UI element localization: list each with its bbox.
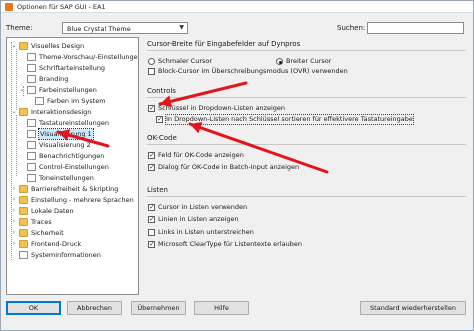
- tree-item-label: Schriftarteinstellung: [39, 64, 106, 72]
- checkmark-icon: ✓: [149, 203, 155, 211]
- search-input[interactable]: [367, 22, 464, 34]
- tree-item-label: Farben im System: [47, 97, 106, 105]
- theme-select[interactable]: Blue Crystal Theme ▼: [62, 22, 188, 34]
- page-icon: [27, 75, 36, 83]
- chevron-down-icon[interactable]: ⌄: [18, 85, 26, 95]
- checkbox: ✓: [156, 115, 163, 123]
- checkbox: ✓: [148, 68, 155, 75]
- lists-cleartype-label: Microsoft ClearType für Listentexte erla…: [158, 240, 302, 248]
- folder-icon: [19, 185, 28, 193]
- schmal-radio-label: Schmaler Cursor: [158, 57, 213, 65]
- page-icon: [35, 97, 44, 105]
- page-icon: [27, 53, 36, 61]
- chevron-down-icon[interactable]: ⌄: [10, 107, 18, 117]
- checkbox: ✓: [148, 240, 155, 248]
- page-icon: [19, 251, 28, 259]
- title-bar: Optionen für SAP GUI - EA1: [1, 1, 473, 13]
- folder-icon: [19, 42, 28, 50]
- block-cursor-label: Block-Cursor im Überschreibungsmodus (OV…: [158, 67, 348, 75]
- settings-tree[interactable]: ⌄ Visuelles Design Theme-Vorschau/-Einstel…: [6, 37, 139, 295]
- checkbox: ✓: [148, 151, 155, 159]
- okcode-section-title: OK-Code: [147, 134, 177, 142]
- tree-item-label: Systeminformationen: [31, 251, 101, 259]
- radio-dot: [278, 60, 282, 64]
- chevron-right-icon[interactable]: ›: [10, 239, 18, 249]
- tree-item-label: Visualisierung 1: [38, 128, 94, 140]
- apply-button[interactable]: Übernehmen: [131, 301, 186, 315]
- checkmark-icon: ✓: [149, 151, 155, 159]
- tree-item-label: Control-Einstellungen: [39, 163, 109, 171]
- help-button[interactable]: Hilfe: [194, 301, 249, 315]
- tree-item-label: Farbeinstellungen: [39, 86, 97, 94]
- chevron-right-icon[interactable]: ›: [10, 228, 18, 238]
- sort-by-key-label: In Dropdown-Listen nach Schlüssel sortie…: [165, 114, 414, 125]
- tree-item-label: Benachrichtigungen: [39, 152, 105, 160]
- folder-icon: [19, 229, 28, 237]
- tree-item-label: Toneinstellungen: [39, 174, 94, 182]
- lists-section-title: Listen: [147, 186, 168, 194]
- lists-cursor-label: Cursor in Listen verwenden: [158, 203, 248, 211]
- chevron-right-icon[interactable]: ›: [10, 206, 18, 216]
- okcode-dialog-label: Dialog für OK-Code in Batch-Input anzeig…: [158, 163, 300, 171]
- folder-icon: [19, 196, 28, 204]
- tree-item-label: Einstellung - mehrere Sprachen: [31, 196, 134, 204]
- key-in-dropdown-label: Schlüssel in Dropdown-Listen anzeigen: [158, 104, 286, 112]
- breit-radio-label: Breiter Cursor: [286, 57, 332, 65]
- tree-item-label: Visualisierung 2: [39, 141, 91, 149]
- theme-select-value: Blue Crystal Theme: [67, 24, 131, 33]
- lists-lines-label: Linien in Listen anzeigen: [158, 215, 239, 223]
- lists-links-label: Links in Listen unterstreichen: [158, 228, 254, 236]
- checkbox: ✓: [148, 203, 155, 211]
- checkbox: ✓: [148, 215, 155, 223]
- checkmark-icon: ✓: [149, 240, 155, 248]
- tree-item-label: Visuelles Design: [31, 42, 85, 50]
- tree-item-label: Frontend-Druck: [31, 240, 82, 248]
- page-icon: [27, 174, 36, 182]
- tree-item-label: Theme-Vorschau/-Einstellungen: [39, 53, 139, 61]
- checkmark-icon: ✓: [149, 163, 155, 171]
- checkbox: ✓: [148, 229, 155, 236]
- tree-item-label: Interaktionsdesign: [31, 108, 92, 116]
- search-label: Suchen:: [337, 24, 366, 32]
- page-icon: [27, 130, 36, 138]
- tree-item-label: Barrierefreiheit & Skripting: [31, 185, 119, 193]
- radio-button: [276, 58, 283, 65]
- controls-section-title: Controls: [147, 87, 176, 95]
- radio-button: [148, 58, 155, 65]
- page-icon: [27, 163, 36, 171]
- theme-label: Theme:: [6, 24, 33, 32]
- page-icon: [27, 86, 36, 94]
- sap-logo-icon: [5, 3, 13, 11]
- cursor-section-title: Cursor-Breite für Eingabefelder auf Dynp…: [147, 40, 301, 48]
- tree-item-label: Tastatureinstellungen: [39, 119, 109, 127]
- checkmark-icon: ✓: [149, 215, 155, 223]
- window-title: Optionen für SAP GUI - EA1: [17, 3, 106, 11]
- folder-icon: [19, 108, 28, 116]
- ok-button[interactable]: OK: [6, 301, 61, 315]
- tree-item-label: Lokale Daten: [31, 207, 74, 215]
- chevron-right-icon[interactable]: ›: [10, 217, 18, 227]
- checkbox: ✓: [148, 104, 155, 112]
- chevron-down-icon[interactable]: ⌄: [10, 41, 18, 51]
- page-icon: [27, 152, 36, 160]
- checkmark-icon: ✓: [157, 115, 163, 123]
- checkmark-icon: ✓: [149, 104, 155, 112]
- chevron-right-icon[interactable]: ›: [10, 184, 18, 194]
- page-icon: [27, 119, 36, 127]
- folder-icon: [19, 218, 28, 226]
- chevron-right-icon[interactable]: ›: [10, 195, 18, 205]
- folder-icon: [19, 207, 28, 215]
- tree-item-label: Sicherheit: [31, 229, 64, 237]
- restore-defaults-button[interactable]: Standard wiederherstellen: [360, 301, 466, 315]
- checkbox: ✓: [148, 163, 155, 171]
- chevron-down-icon: ▼: [179, 24, 184, 31]
- cancel-button[interactable]: Abbrechen: [67, 301, 122, 315]
- okcode-field-label: Feld für OK-Code anzeigen: [158, 151, 244, 159]
- tree-item-label: Branding: [39, 75, 69, 83]
- tree-item-label: Traces: [31, 218, 52, 226]
- page-icon: [27, 141, 36, 149]
- folder-icon: [19, 240, 28, 248]
- page-icon: [27, 64, 36, 72]
